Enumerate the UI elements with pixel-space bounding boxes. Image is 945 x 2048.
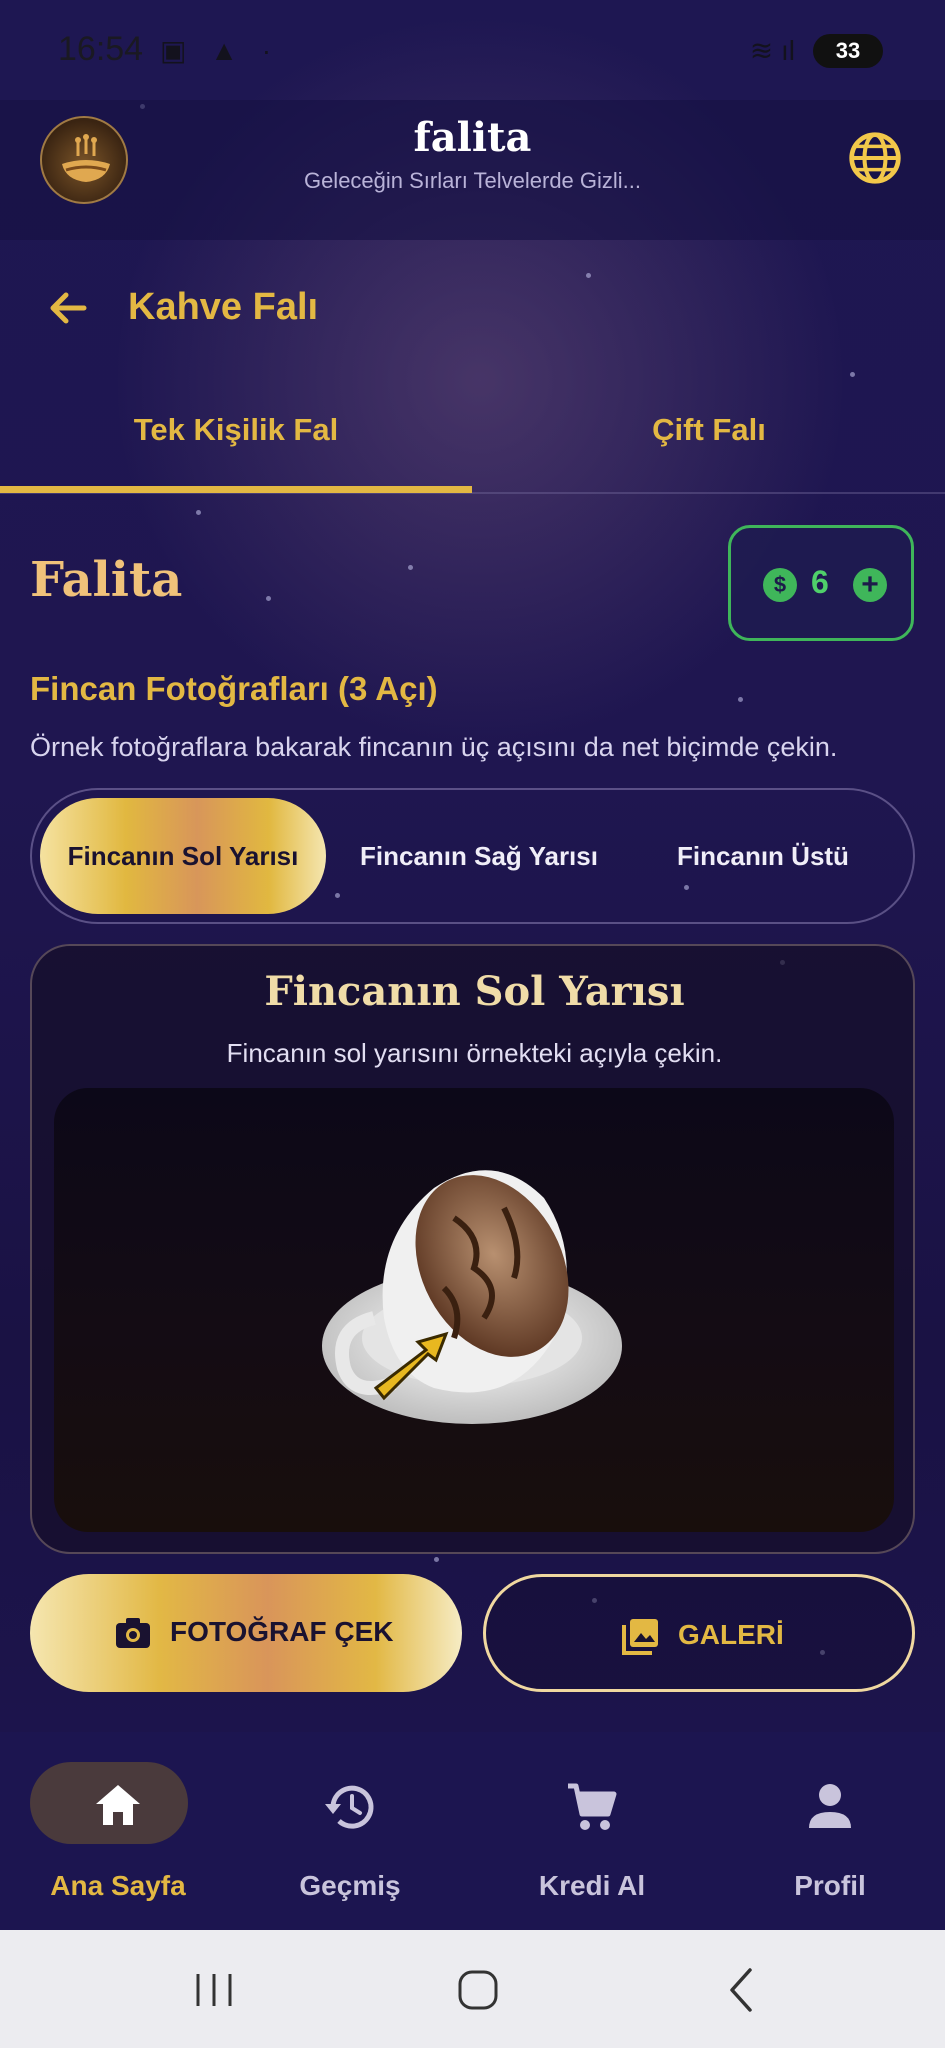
segment-right-half[interactable]: Fincanın Sağ Yarısı [336, 798, 622, 914]
take-photo-button[interactable]: FOTOĞRAF ÇEK [30, 1574, 462, 1692]
star-decoration [586, 273, 591, 278]
nav-profile[interactable]: Profil [712, 1762, 945, 1901]
app-header: falita Geleceğin Sırları Telvelerde Gizl… [0, 100, 945, 240]
bottom-navigation: Ana Sayfa Geçmiş Kredi Al Profil [0, 1732, 945, 1930]
signal-icons: ≋ ıl [749, 35, 795, 66]
notification-icons: ▣ ▲ · [160, 35, 280, 66]
add-credit-icon[interactable]: + [853, 568, 887, 602]
star-decoration [738, 697, 743, 702]
coffee-cup-illustration [322, 1170, 622, 1424]
section-description: Örnek fotoğraflara bakarak fincanın üç a… [30, 732, 838, 762]
star-decoration [266, 596, 271, 601]
system-navigation-bar [0, 1930, 945, 2048]
app-screen: 16:54 ▣ ▲ · ≋ ıl 33 falita Geleceğin Sır… [0, 0, 945, 1930]
card-title: Fincanın Sol Yarısı [264, 968, 685, 1015]
segment-left-half[interactable]: Fincanın Sol Yarısı [40, 798, 326, 914]
star-decoration [408, 565, 413, 570]
nav-history-label: Geçmiş [299, 1870, 401, 1901]
star-decoration [434, 1557, 439, 1562]
tab-single-reading[interactable]: Tek Kişilik Fal [0, 412, 472, 448]
star-decoration [850, 372, 855, 377]
home-icon [96, 1785, 140, 1825]
nav-home[interactable]: Ana Sayfa [0, 1762, 236, 1901]
battery-indicator: 33 [813, 34, 883, 68]
credit-balance-button[interactable]: $ 6 + [728, 525, 914, 641]
page-title: Kahve Falı [128, 286, 319, 328]
nav-history[interactable]: Geçmiş [232, 1762, 468, 1901]
language-globe-icon[interactable] [847, 130, 903, 186]
segment-top[interactable]: Fincanın Üstü [620, 798, 906, 914]
status-bar: 16:54 ▣ ▲ · ≋ ıl 33 [0, 0, 945, 100]
nav-buy-credit-label: Kredi Al [538, 1870, 646, 1901]
nav-profile-label: Profil [794, 1870, 866, 1901]
active-tab-indicator [0, 486, 472, 493]
brand-heading: Falita [30, 552, 183, 608]
person-icon [809, 1784, 851, 1828]
nav-buy-credit[interactable]: Kredi Al [474, 1762, 710, 1901]
app-subtitle: Geleceğin Sırları Telvelerde Gizli... [303, 168, 642, 193]
history-icon [325, 1785, 374, 1829]
camera-icon [116, 1618, 150, 1648]
tab-bar: Tek Kişilik Fal Çift Falı [0, 390, 945, 494]
take-photo-label: FOTOĞRAF ÇEK [170, 1616, 394, 1647]
nav-home-label: Ana Sayfa [50, 1870, 186, 1901]
gallery-icon [622, 1619, 658, 1655]
card-description: Fincanın sol yarısını örnekteki açıyla ç… [226, 1038, 723, 1068]
star-decoration [196, 510, 201, 515]
cart-icon [568, 1783, 617, 1830]
example-photo-card: Fincanın Sol Yarısı Fincanın sol yarısın… [30, 944, 915, 1554]
credit-count: 6 [811, 564, 829, 600]
angle-selector: Fincanın Sol Yarısı Fincanın Sağ Yarısı … [30, 788, 915, 924]
dollar-coin-icon: $ [763, 568, 797, 602]
back-arrow-icon[interactable] [44, 283, 94, 333]
status-time: 16:54 [58, 30, 144, 68]
tab-couple-reading[interactable]: Çift Falı [473, 412, 945, 448]
back-button-icon[interactable] [712, 1960, 772, 2020]
gallery-label: GALERİ [678, 1619, 784, 1650]
home-button-icon[interactable] [448, 1960, 508, 2020]
gallery-button[interactable]: GALERİ [483, 1574, 915, 1692]
section-title: Fincan Fotoğrafları (3 Açı) [30, 670, 438, 707]
recent-apps-icon[interactable] [184, 1960, 244, 2020]
example-cup-image [54, 1088, 894, 1532]
app-title: falita [413, 114, 532, 161]
